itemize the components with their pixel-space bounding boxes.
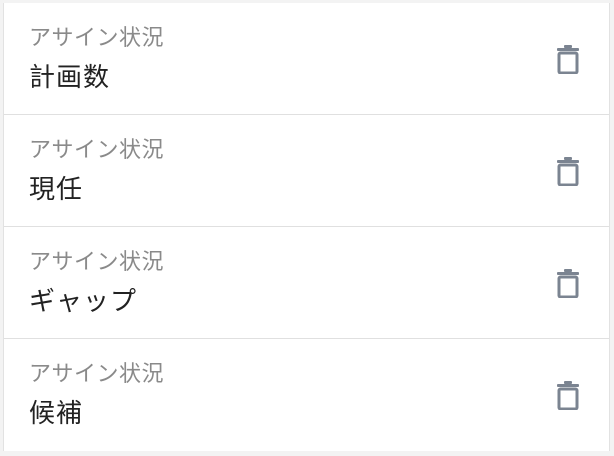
field-value: 計画数	[29, 63, 111, 93]
delete-button[interactable]	[553, 41, 583, 77]
list-item: アサイン状況 現任	[4, 115, 609, 227]
delete-button[interactable]	[553, 377, 583, 413]
delete-button[interactable]	[553, 265, 583, 301]
list-item: アサイン状況 ギャップ	[4, 227, 609, 339]
trash-icon	[555, 268, 581, 298]
field-label: アサイン状況	[29, 26, 165, 51]
field-label: アサイン状況	[29, 250, 165, 275]
field-value: ギャップ	[29, 287, 138, 317]
list-item: アサイン状況 計画数	[4, 3, 609, 115]
field-value: 現任	[29, 175, 84, 205]
list-item: アサイン状況 候補	[4, 339, 609, 451]
delete-button[interactable]	[553, 153, 583, 189]
assignment-status-list: アサイン状況 計画数 アサイン状況 現任 アサイン状況 ギャップ アサイン状況 …	[3, 3, 610, 451]
trash-icon	[555, 156, 581, 186]
field-label: アサイン状況	[29, 138, 165, 163]
field-value: 候補	[29, 399, 84, 429]
trash-icon	[555, 380, 581, 410]
trash-icon	[555, 44, 581, 74]
field-label: アサイン状況	[29, 362, 165, 387]
